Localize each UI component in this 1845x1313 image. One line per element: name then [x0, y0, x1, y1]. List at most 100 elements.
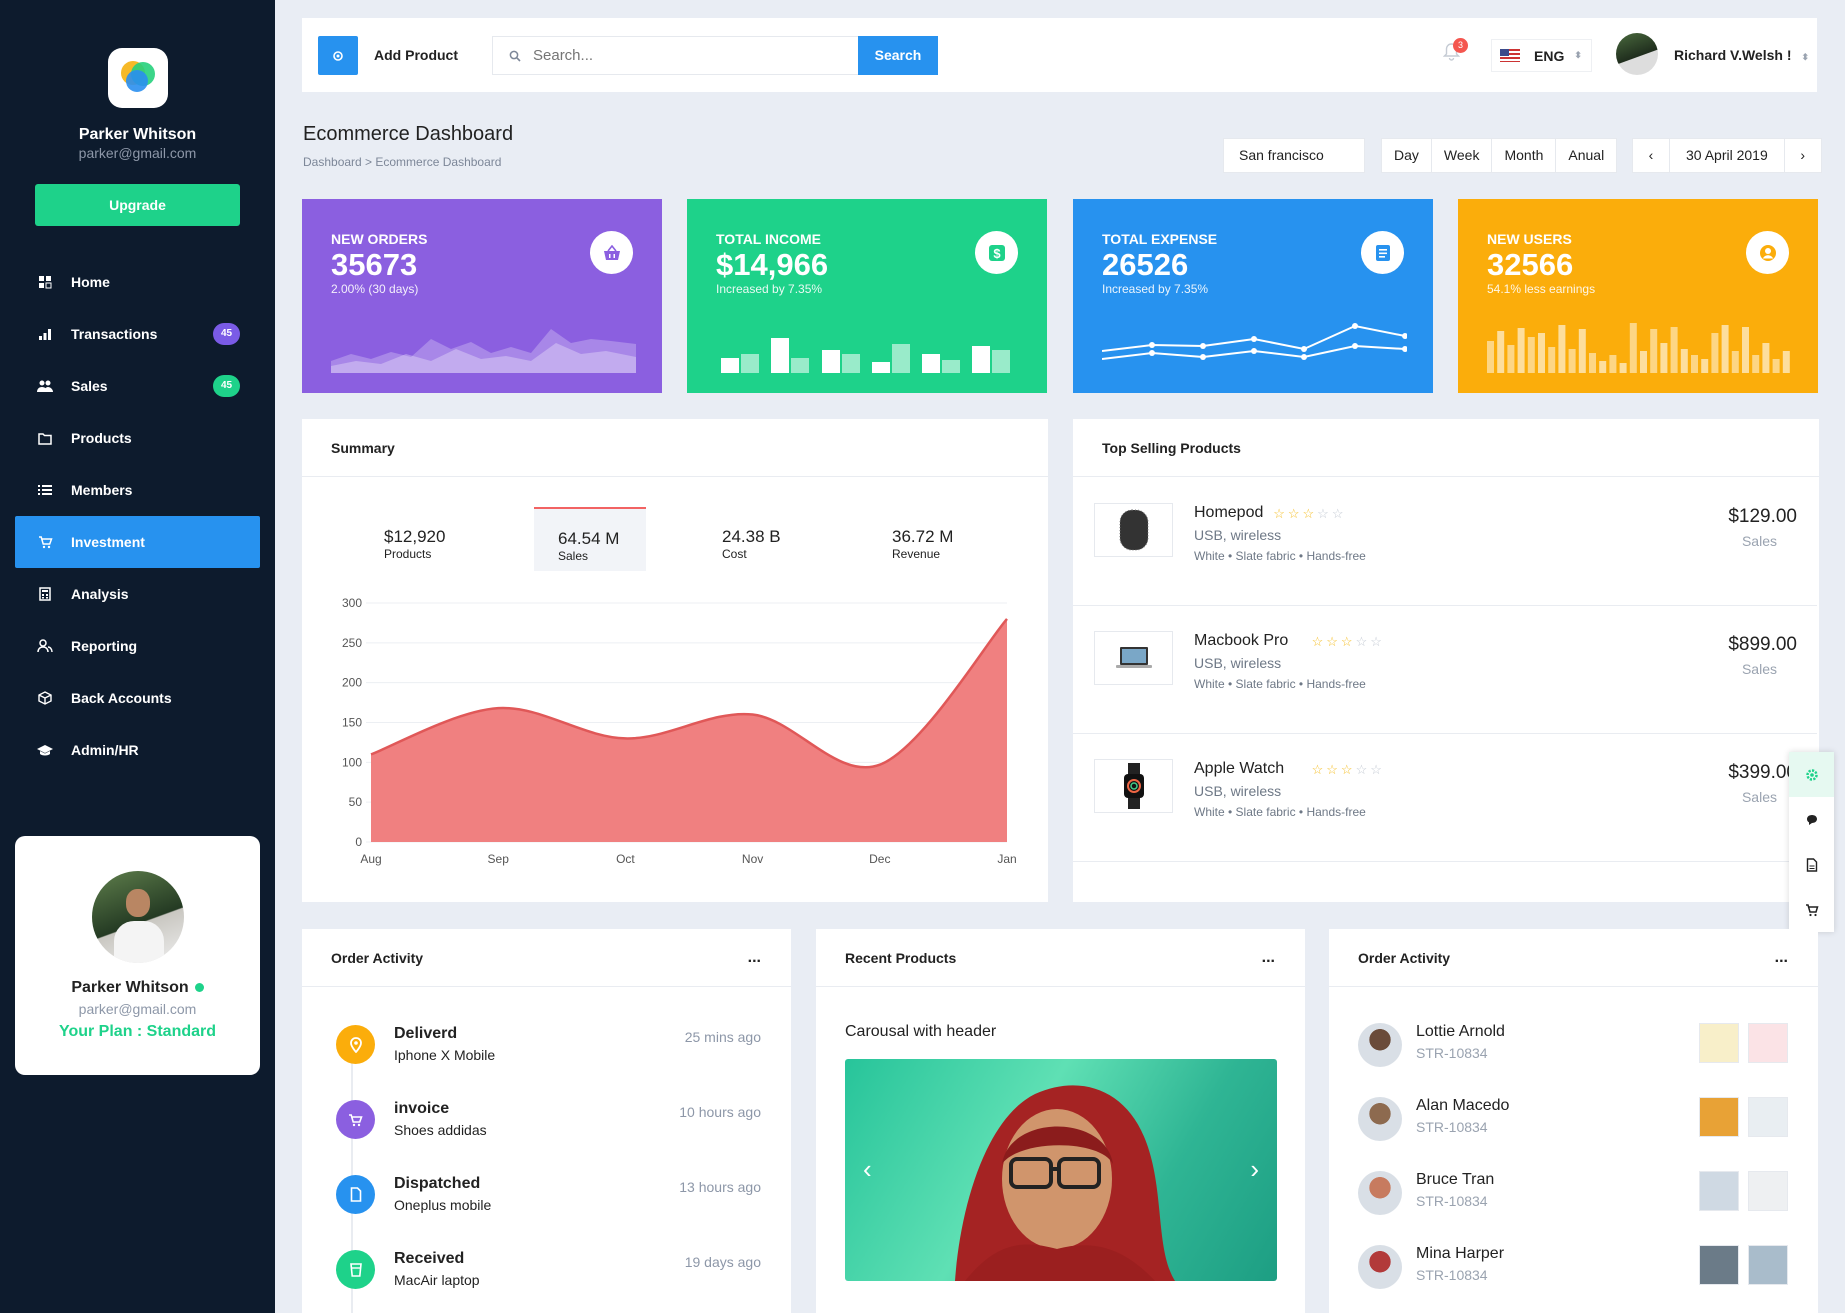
order-user-name: Alan Macedo	[1416, 1097, 1510, 1114]
sidebar-item-label: Admin/HR	[71, 742, 139, 758]
activity-title: invoice	[394, 1100, 450, 1117]
list-icon	[37, 482, 53, 498]
chat-icon	[1806, 814, 1817, 825]
product-thumbnail[interactable]	[1748, 1097, 1788, 1137]
product-thumbnail[interactable]	[1699, 1097, 1739, 1137]
product-name[interactable]: Homepod	[1194, 504, 1263, 522]
product-thumbnail[interactable]	[1699, 1171, 1739, 1211]
product-thumbnail[interactable]	[1699, 1245, 1739, 1285]
upgrade-button[interactable]: Upgrade	[35, 184, 240, 226]
next-date-button[interactable]: ›	[1785, 139, 1821, 172]
app-logo[interactable]	[108, 48, 168, 108]
settings-button[interactable]	[1789, 752, 1834, 797]
period-anual[interactable]: Anual	[1556, 139, 1616, 172]
order-user-row[interactable]: Lottie Arnold STR-10834	[1358, 1023, 1788, 1097]
sidebar-item-back-accounts[interactable]: Back Accounts	[15, 672, 260, 724]
add-product-button[interactable]	[318, 36, 358, 75]
period-week[interactable]: Week	[1432, 139, 1493, 172]
stat-label: NEW ORDERS	[331, 231, 428, 247]
period-day[interactable]: Day	[1382, 139, 1432, 172]
product-row[interactable]: Apple Watch ☆☆☆☆☆ USB, wireless White • Sla…	[1073, 734, 1817, 862]
quick-actions-bar	[1789, 752, 1834, 932]
sidebar-item-investment[interactable]: Investment	[15, 516, 260, 568]
carousel-prev-button[interactable]: ‹	[863, 1154, 872, 1185]
order-activity-panel: Order Activity... Deliverd Iphone X Mobil…	[302, 929, 791, 1313]
profile-card: Parker Whitson parker@gmail.com Your Pla…	[15, 836, 260, 1075]
stat-card-total-income[interactable]: TOTAL INCOME $14,966 Increased by 7.35% $	[687, 199, 1047, 393]
profile-name: Parker Whitson	[15, 979, 260, 997]
folder-icon	[37, 430, 53, 446]
sidebar: Parker Whitson parker@gmail.com Upgrade …	[0, 0, 275, 1313]
stat-card-new-orders[interactable]: NEW ORDERS 35673 2.00% (30 days)	[302, 199, 662, 393]
search-input[interactable]	[533, 47, 813, 64]
product-row[interactable]: Homepod ☆☆☆☆☆ USB, wireless White • Slate f…	[1073, 478, 1817, 606]
sidebar-item-home[interactable]: Home	[15, 256, 260, 308]
search-icon	[509, 50, 521, 62]
language-label: ENG	[1534, 47, 1565, 64]
sidebar-item-members[interactable]: Members	[15, 464, 260, 516]
user-avatar[interactable]	[1616, 33, 1658, 75]
product-name[interactable]: Apple Watch	[1194, 760, 1284, 778]
order-user-row[interactable]: Alan Macedo STR-10834	[1358, 1097, 1788, 1171]
breadcrumb[interactable]: Dashboard > Ecommerce Dashboard	[303, 155, 501, 169]
product-row[interactable]: Macbook Pro ☆☆☆☆☆ USB, wireless White • Sla…	[1073, 606, 1817, 734]
add-product-label[interactable]: Add Product	[374, 47, 458, 63]
calculator-icon	[37, 586, 53, 602]
sidebar-item-sales[interactable]: Sales 45	[15, 360, 260, 412]
product-thumbnail[interactable]	[1748, 1245, 1788, 1285]
period-month[interactable]: Month	[1492, 139, 1557, 172]
carousel-image[interactable]: ‹ ›	[845, 1059, 1277, 1281]
product-price-label: Sales	[1741, 533, 1777, 549]
order-activity-users-title: Order Activity...	[1329, 929, 1818, 987]
prev-date-button[interactable]: ‹	[1633, 139, 1669, 172]
sidebar-item-transactions[interactable]: Transactions 45	[15, 308, 260, 360]
user-menu[interactable]: Richard V.Welsh ! ⬍	[1674, 47, 1809, 63]
area-fill	[371, 618, 1007, 842]
product-name[interactable]: Macbook Pro	[1194, 632, 1288, 650]
activity-item[interactable]: Dispatched Oneplus mobile 13 hours ago	[331, 1175, 761, 1250]
sidebar-item-analysis[interactable]: Analysis	[15, 568, 260, 620]
sidebar-item-label: Reporting	[71, 638, 138, 654]
sidebar-user-name: Parker Whitson	[78, 126, 197, 143]
stat-card-total-expense[interactable]: TOTAL EXPENSE 26526 Increased by 7.35%	[1073, 199, 1433, 393]
avatar	[1358, 1097, 1402, 1141]
more-menu-button[interactable]: ...	[1775, 929, 1788, 987]
home-icon	[37, 274, 53, 290]
stat-label: NEW USERS	[1487, 231, 1572, 247]
activity-item[interactable]: Deliverd Iphone X Mobile 25 mins ago	[331, 1025, 761, 1100]
current-date[interactable]: 30 April 2019	[1669, 139, 1785, 172]
cart-button[interactable]	[1789, 887, 1834, 932]
stat-value: 35673	[331, 247, 418, 282]
product-thumbnail[interactable]	[1699, 1023, 1739, 1063]
stat-card-new-users[interactable]: NEW USERS 32566 54.1% less earnings	[1458, 199, 1818, 393]
activity-item[interactable]: Received MacAir laptop 19 days ago	[331, 1250, 761, 1313]
sidebar-item-admin-hr[interactable]: Admin/HR	[15, 724, 260, 776]
x-tick-label: Nov	[742, 852, 763, 866]
more-menu-button[interactable]: ...	[1262, 929, 1275, 987]
x-tick-label: Aug	[360, 852, 381, 866]
activity-item[interactable]: invoice Shoes addidas 10 hours ago	[331, 1100, 761, 1175]
product-thumbnail[interactable]	[1748, 1171, 1788, 1211]
order-user-row[interactable]: Mina Harper STR-10834	[1358, 1245, 1788, 1313]
chat-button[interactable]	[1789, 797, 1834, 842]
location-select[interactable]: San francisco	[1223, 138, 1365, 173]
location-pin-icon	[336, 1025, 375, 1064]
laptop-icon	[1094, 631, 1173, 685]
sidebar-item-reporting[interactable]: Reporting	[15, 620, 260, 672]
users-icon	[37, 378, 53, 394]
y-tick-label: 300	[342, 596, 362, 610]
search-button[interactable]: Search	[858, 36, 938, 75]
carousel-next-button[interactable]: ›	[1250, 1154, 1259, 1185]
x-tick-label: Sep	[488, 852, 510, 866]
more-menu-button[interactable]: ...	[748, 929, 761, 987]
language-selector[interactable]: ENG ⬍	[1491, 39, 1592, 72]
product-thumbnail[interactable]	[1748, 1023, 1788, 1063]
cart-icon	[1805, 903, 1819, 916]
sidebar-item-products[interactable]: Products	[15, 412, 260, 464]
product-subtitle: USB, wireless	[1194, 783, 1282, 799]
document-button[interactable]	[1789, 842, 1834, 887]
avatar	[1358, 1171, 1402, 1215]
order-user-row[interactable]: Bruce Tran STR-10834	[1358, 1171, 1788, 1245]
activity-desc: Iphone X Mobile	[394, 1047, 496, 1063]
stat-sparkline	[1102, 323, 1407, 360]
